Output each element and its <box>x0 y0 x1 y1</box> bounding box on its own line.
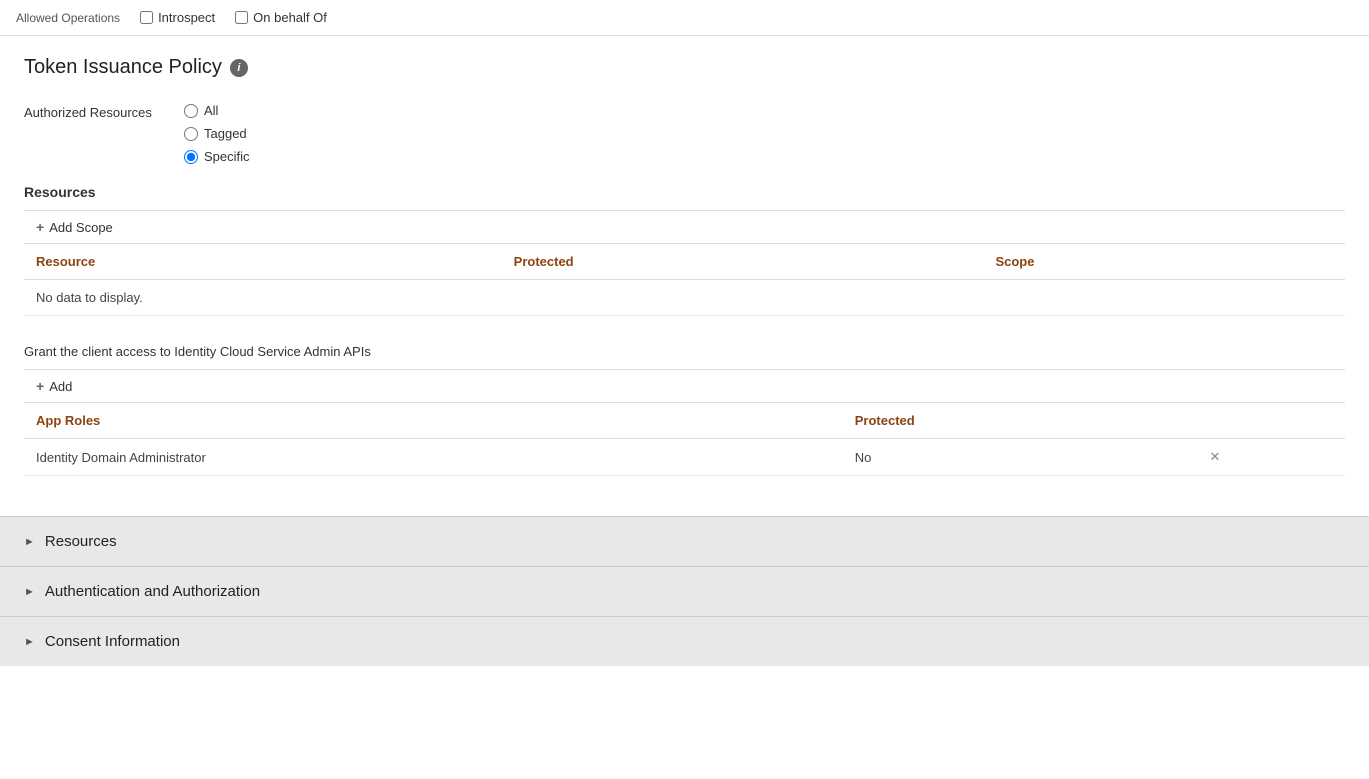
col-resource: Resource <box>24 244 502 280</box>
app-roles-table-body: Identity Domain Administrator No ✕ <box>24 439 1345 476</box>
resources-table: Resource Protected Scope No data to disp… <box>24 243 1345 316</box>
add-plus-icon: + <box>36 378 44 394</box>
info-icon[interactable]: i <box>230 59 248 77</box>
app-role-name: Identity Domain Administrator <box>24 439 843 476</box>
resources-title: Resources <box>24 184 1345 200</box>
collapsible-auth-label: Authentication and Authorization <box>45 583 260 600</box>
resources-table-body: No data to display. <box>24 280 1345 316</box>
app-role-protected: No <box>843 439 1198 476</box>
allowed-operations-label: Allowed Operations <box>16 11 120 25</box>
authorized-resources-group: Authorized Resources All Tagged Specific <box>24 103 1345 164</box>
radio-all-input[interactable] <box>184 104 198 118</box>
scope-table-section: + Add Scope Resource Protected Scope No … <box>24 211 1345 316</box>
radio-tagged-label: Tagged <box>204 126 247 141</box>
col-app-roles: App Roles <box>24 403 843 439</box>
on-behalf-of-checkbox-item[interactable]: On behalf Of <box>235 10 327 25</box>
table-row: Identity Domain Administrator No ✕ <box>24 439 1345 476</box>
col-actions <box>1198 403 1345 439</box>
authorized-resources-label: Authorized Resources <box>24 103 184 120</box>
token-issuance-policy-title: Token Issuance Policy <box>24 56 222 79</box>
app-roles-table: App Roles Protected Identity Domain Admi… <box>24 402 1345 476</box>
app-roles-header-row: App Roles Protected <box>24 403 1345 439</box>
on-behalf-of-checkbox[interactable] <box>235 11 248 24</box>
col-app-roles-protected: Protected <box>843 403 1198 439</box>
grant-title: Grant the client access to Identity Clou… <box>24 344 1345 359</box>
radio-all[interactable]: All <box>184 103 250 118</box>
collapsible-auth-authorization[interactable]: ► Authentication and Authorization <box>0 566 1369 616</box>
chevron-consent-icon: ► <box>24 636 35 648</box>
col-protected: Protected <box>502 244 984 280</box>
on-behalf-of-label: On behalf Of <box>253 10 327 25</box>
radio-tagged[interactable]: Tagged <box>184 126 250 141</box>
collapsible-consent-label: Consent Information <box>45 633 180 650</box>
radio-specific-label: Specific <box>204 149 250 164</box>
authorized-resources-radio-group: All Tagged Specific <box>184 103 250 164</box>
radio-tagged-input[interactable] <box>184 127 198 141</box>
introspect-label: Introspect <box>158 10 215 25</box>
resources-table-header-row: Resource Protected Scope <box>24 244 1345 280</box>
resources-section: Resources + Add Scope Resource Protected… <box>24 184 1345 316</box>
app-role-delete-cell: ✕ <box>1198 439 1345 476</box>
radio-specific[interactable]: Specific <box>184 149 250 164</box>
introspect-checkbox-item[interactable]: Introspect <box>140 10 215 25</box>
collapsible-resources-label: Resources <box>45 533 117 550</box>
collapsible-consent[interactable]: ► Consent Information <box>0 616 1369 666</box>
add-button[interactable]: + Add <box>24 370 84 402</box>
col-scope: Scope <box>983 244 1345 280</box>
grant-section: Grant the client access to Identity Clou… <box>24 344 1345 476</box>
grant-table-section: + Add App Roles Protected Identity Domai… <box>24 370 1345 476</box>
radio-specific-input[interactable] <box>184 150 198 164</box>
introspect-checkbox[interactable] <box>140 11 153 24</box>
main-content: Token Issuance Policy i Authorized Resou… <box>0 36 1369 516</box>
app-roles-table-header: App Roles Protected <box>24 403 1345 439</box>
add-scope-plus-icon: + <box>36 219 44 235</box>
chevron-auth-icon: ► <box>24 586 35 598</box>
radio-all-label: All <box>204 103 218 118</box>
delete-icon[interactable]: ✕ <box>1210 449 1221 464</box>
no-data-text: No data to display. <box>24 280 1345 316</box>
add-scope-label: Add Scope <box>49 220 113 235</box>
top-bar: Allowed Operations Introspect On behalf … <box>0 0 1369 36</box>
add-scope-button[interactable]: + Add Scope <box>24 211 125 243</box>
add-label: Add <box>49 379 72 394</box>
resources-table-header: Resource Protected Scope <box>24 244 1345 280</box>
section-title-row: Token Issuance Policy i <box>24 56 1345 79</box>
table-row-no-data: No data to display. <box>24 280 1345 316</box>
collapsible-resources[interactable]: ► Resources <box>0 516 1369 566</box>
chevron-resources-icon: ► <box>24 536 35 548</box>
